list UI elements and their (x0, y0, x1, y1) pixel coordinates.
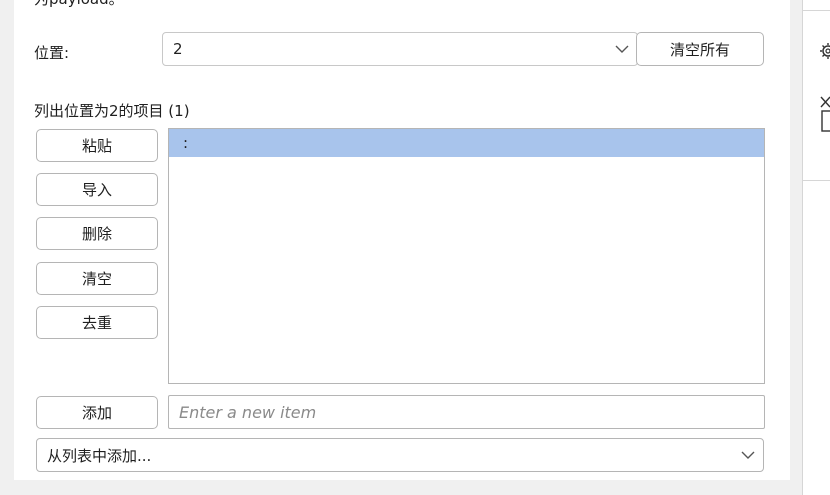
add-from-list-select[interactable]: 从列表中添加... (36, 438, 764, 472)
rail-divider (803, 180, 830, 181)
import-button[interactable]: 导入 (36, 173, 158, 206)
add-button[interactable]: 添加 (36, 396, 158, 429)
dedupe-button[interactable]: 去重 (36, 306, 158, 339)
position-select-value: 2 (173, 40, 183, 58)
rail-divider (803, 10, 830, 11)
chevron-down-icon (607, 45, 637, 54)
delete-button[interactable]: 删除 (36, 217, 158, 250)
payload-list[interactable]: : (168, 128, 765, 384)
add-from-list-value: 从列表中添加... (47, 446, 152, 465)
truncated-description: 为payload。 (34, 0, 124, 9)
chevron-down-icon (733, 451, 763, 460)
list-header: 列出位置为2的项目 (1) (34, 102, 190, 120)
new-item-input[interactable] (168, 395, 765, 429)
right-side-rail (802, 0, 830, 495)
position-select[interactable]: 2 (162, 32, 638, 66)
gear-icon[interactable] (817, 40, 830, 66)
paste-button[interactable]: 粘贴 (36, 129, 158, 162)
list-item[interactable]: : (169, 129, 764, 157)
clear-button[interactable]: 清空 (36, 262, 158, 295)
clear-all-button[interactable]: 清空所有 (636, 32, 764, 66)
position-label: 位置: (34, 44, 70, 62)
close-box-icon[interactable] (819, 95, 830, 139)
